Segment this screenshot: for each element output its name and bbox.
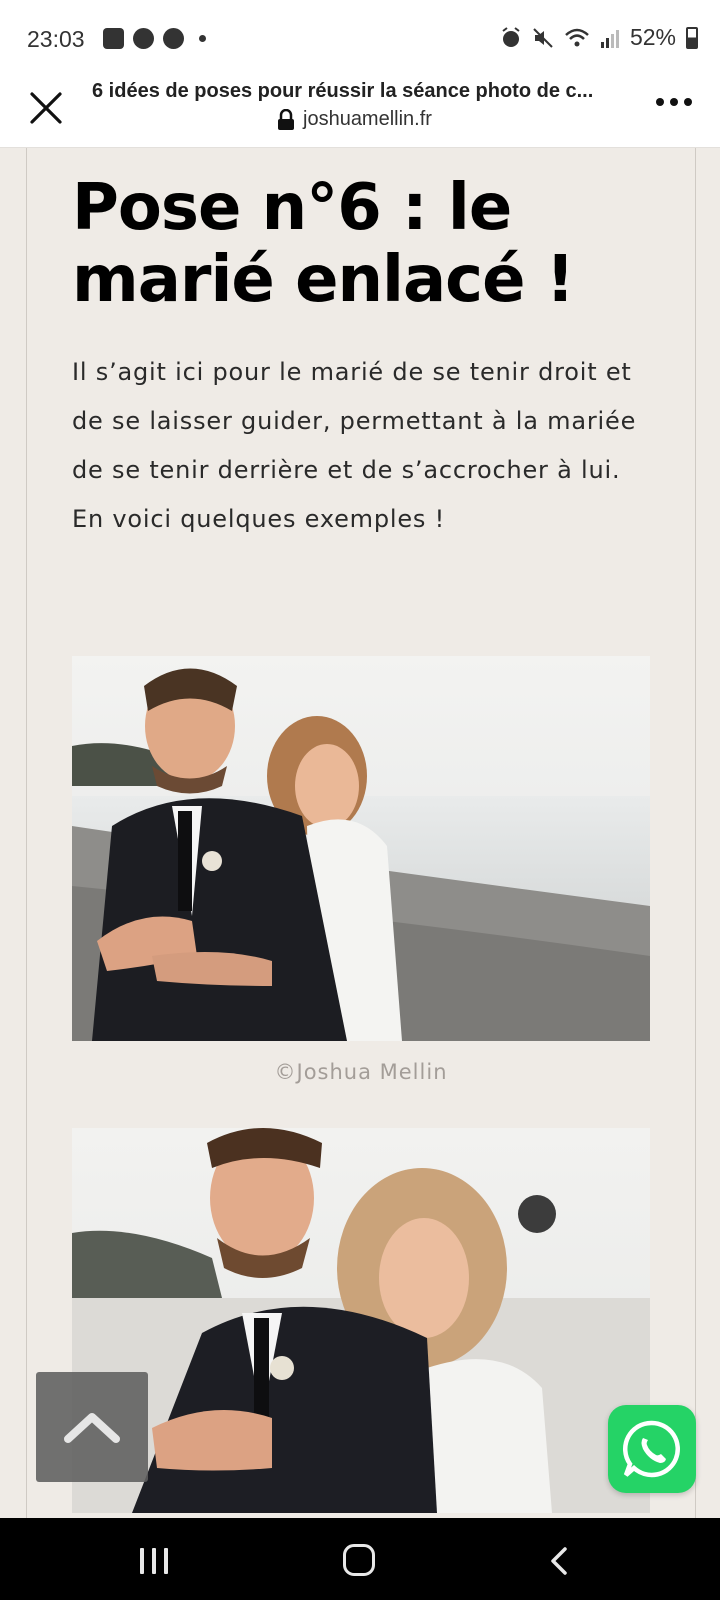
wifi-icon xyxy=(565,28,589,46)
messenger-icon xyxy=(163,28,184,49)
whatsapp-icon xyxy=(622,1420,680,1478)
whatsapp-button[interactable] xyxy=(608,1405,696,1493)
more-options-icon xyxy=(656,98,664,106)
url-bar[interactable]: joshuamellin.fr xyxy=(277,108,432,131)
recent-apps-icon xyxy=(140,1548,144,1574)
status-system-icons: 52% xyxy=(500,24,698,51)
close-button[interactable] xyxy=(24,86,68,130)
back-icon[interactable] xyxy=(549,1546,569,1576)
close-icon xyxy=(30,92,62,124)
status-time: 23:03 xyxy=(27,26,85,52)
gallery-icon xyxy=(103,28,124,49)
article-heading: Pose n°6 : le marié enlacé ! xyxy=(72,171,575,317)
status-bar: 23:03 52% xyxy=(0,0,720,80)
alarm-icon xyxy=(502,26,520,47)
recent-apps-button[interactable] xyxy=(140,1548,168,1574)
overlay-indicator xyxy=(518,1195,556,1233)
battery-icon xyxy=(686,26,698,49)
system-navigation-bar xyxy=(0,1518,720,1600)
home-button[interactable] xyxy=(343,1544,375,1576)
lock-icon xyxy=(278,108,294,130)
facebook-icon xyxy=(133,28,154,49)
browser-header: 6 idées de poses pour réussir la séance … xyxy=(0,80,720,148)
mute-icon xyxy=(533,27,553,48)
url-text: joshuamellin.fr xyxy=(303,108,432,130)
page-title: 6 idées de poses pour réussir la séance … xyxy=(92,80,594,102)
photo-caption: ©Joshua Mellin xyxy=(274,1060,448,1084)
notification-dot-icon xyxy=(199,35,206,42)
status-notification-icons xyxy=(103,28,206,49)
more-options-button[interactable] xyxy=(652,88,696,116)
signal-icon xyxy=(600,29,619,48)
wedding-photo-2[interactable] xyxy=(72,1128,650,1513)
scroll-to-top-button[interactable] xyxy=(36,1372,148,1482)
article-paragraph: Il s’agit ici pour le marié de se tenir … xyxy=(72,358,637,533)
wedding-photo-1[interactable] xyxy=(72,656,650,1041)
chevron-up-icon xyxy=(64,1413,120,1443)
battery-percentage: 52% xyxy=(629,24,676,50)
